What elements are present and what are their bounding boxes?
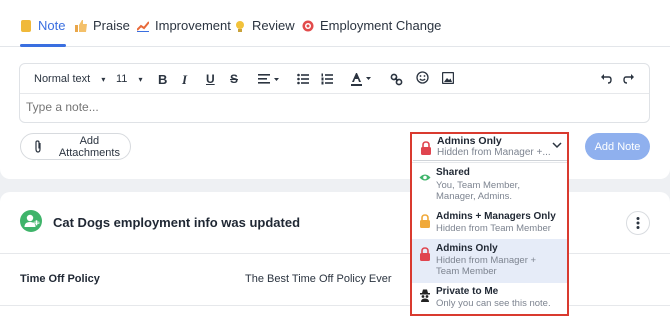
option-desc: Team Member: [436, 266, 497, 277]
add-attachments-button[interactable]: Add Attachments: [20, 133, 131, 160]
field-label: Time Off Policy: [20, 273, 100, 285]
lock-icon: [421, 141, 431, 155]
shield-badge-icon: [302, 20, 314, 32]
add-user-icon: [20, 210, 42, 232]
underline-button[interactable]: U: [206, 72, 215, 86]
link-button[interactable]: [390, 73, 403, 86]
bullet-list-button[interactable]: [297, 73, 309, 85]
visibility-menu: Shared You, Team Member, Manager, Admins…: [412, 162, 567, 314]
note-composer-card: Note Praise Improvement Review Employmen…: [0, 0, 670, 179]
bullet-list-icon: [297, 73, 309, 85]
align-dropdown[interactable]: [258, 73, 280, 85]
option-title: Shared: [436, 167, 470, 178]
numbered-list-icon: [321, 73, 333, 85]
option-title: Admins Only: [436, 243, 498, 254]
visibility-option-private[interactable]: Private to Me Only you can see this note…: [412, 283, 567, 315]
chevron-down-icon: ▾: [138, 75, 143, 84]
redo-button[interactable]: [623, 73, 635, 85]
eye-icon: [419, 174, 431, 181]
lightbulb-icon: [234, 20, 246, 32]
visibility-select[interactable]: Admins Only Hidden from Manager +...: [413, 133, 568, 161]
chart-up-icon: [136, 20, 150, 32]
more-vertical-icon: [636, 217, 640, 229]
visibility-option-admins-managers[interactable]: Admins + Managers Only Hidden from Team …: [412, 209, 567, 239]
option-desc: Hidden from Team Member: [436, 223, 551, 234]
link-icon: [390, 73, 403, 86]
numbered-list-button[interactable]: [321, 73, 333, 85]
paperclip-icon: [35, 140, 41, 153]
tab-employment-change[interactable]: Employment Change: [302, 18, 441, 40]
tab-label: Improvement: [155, 18, 231, 33]
option-desc: Only you can see this note.: [436, 298, 551, 309]
align-left-icon: [258, 74, 279, 84]
text-color-icon: [351, 73, 371, 86]
lock-icon: [420, 214, 430, 228]
emoji-button[interactable]: [416, 71, 429, 84]
add-note-button[interactable]: Add Note: [585, 133, 650, 160]
active-tab-indicator: [20, 44, 66, 47]
divider: [0, 305, 670, 306]
visibility-option-admins-only[interactable]: Admins Only Hidden from Manager + Team M…: [412, 239, 567, 283]
update-card: [0, 192, 670, 320]
divider: [0, 253, 670, 254]
option-desc: Manager, Admins.: [436, 191, 513, 202]
note-icon: [20, 20, 32, 32]
thumbs-up-icon: [75, 20, 87, 32]
visibility-option-shared[interactable]: Shared You, Team Member, Manager, Admins…: [412, 163, 567, 209]
text-style-value: Normal text: [34, 73, 91, 85]
tab-bar: Note Praise Improvement Review Employmen…: [0, 0, 670, 47]
more-options-button[interactable]: [626, 211, 650, 235]
font-size-value: 11: [116, 73, 128, 85]
option-desc: Hidden from Manager +: [436, 255, 537, 266]
text-color-dropdown[interactable]: [350, 72, 372, 86]
spy-icon: [420, 289, 430, 302]
tab-improvement[interactable]: Improvement: [136, 18, 231, 40]
tab-review[interactable]: Review: [234, 18, 295, 40]
undo-icon: [601, 74, 612, 84]
image-icon: [442, 72, 454, 84]
option-title: Private to Me: [436, 286, 499, 297]
option-desc: You, Team Member,: [436, 180, 520, 191]
undo-button[interactable]: [600, 73, 612, 85]
strikethrough-button[interactable]: S: [230, 72, 238, 86]
note-editor: Normal text ▾ 11 ▾ B I U S: [19, 63, 650, 123]
visibility-selected-title: Admins Only: [437, 135, 502, 147]
tab-note[interactable]: Note: [20, 18, 65, 40]
chevron-down-icon: [552, 142, 562, 149]
field-value: The Best Time Off Policy Ever: [245, 273, 392, 285]
tab-praise[interactable]: Praise: [75, 18, 130, 40]
font-size-dropdown[interactable]: 11 ▾: [116, 73, 143, 85]
text-style-dropdown[interactable]: Normal text ▾: [34, 73, 105, 85]
visibility-selected-desc: Hidden from Manager +...: [437, 147, 551, 158]
smiley-icon: [416, 71, 429, 84]
option-title: Admins + Managers Only: [436, 211, 556, 222]
tab-label: Review: [252, 18, 295, 33]
tab-label: Employment Change: [320, 18, 442, 33]
italic-button[interactable]: I: [182, 72, 187, 88]
redo-icon: [623, 74, 634, 84]
add-attachments-label: Add Attachments: [58, 134, 120, 159]
tab-label: Note: [38, 18, 66, 33]
note-input[interactable]: [26, 100, 626, 114]
editor-toolbar: Normal text ▾ 11 ▾ B I U S: [20, 64, 649, 94]
image-button[interactable]: [442, 72, 454, 84]
lock-icon: [420, 247, 430, 261]
update-title: Cat Dogs employment info was updated: [53, 215, 301, 230]
bold-button[interactable]: B: [158, 72, 167, 87]
tab-label: Praise: [93, 18, 130, 33]
chevron-down-icon: ▾: [101, 75, 106, 84]
